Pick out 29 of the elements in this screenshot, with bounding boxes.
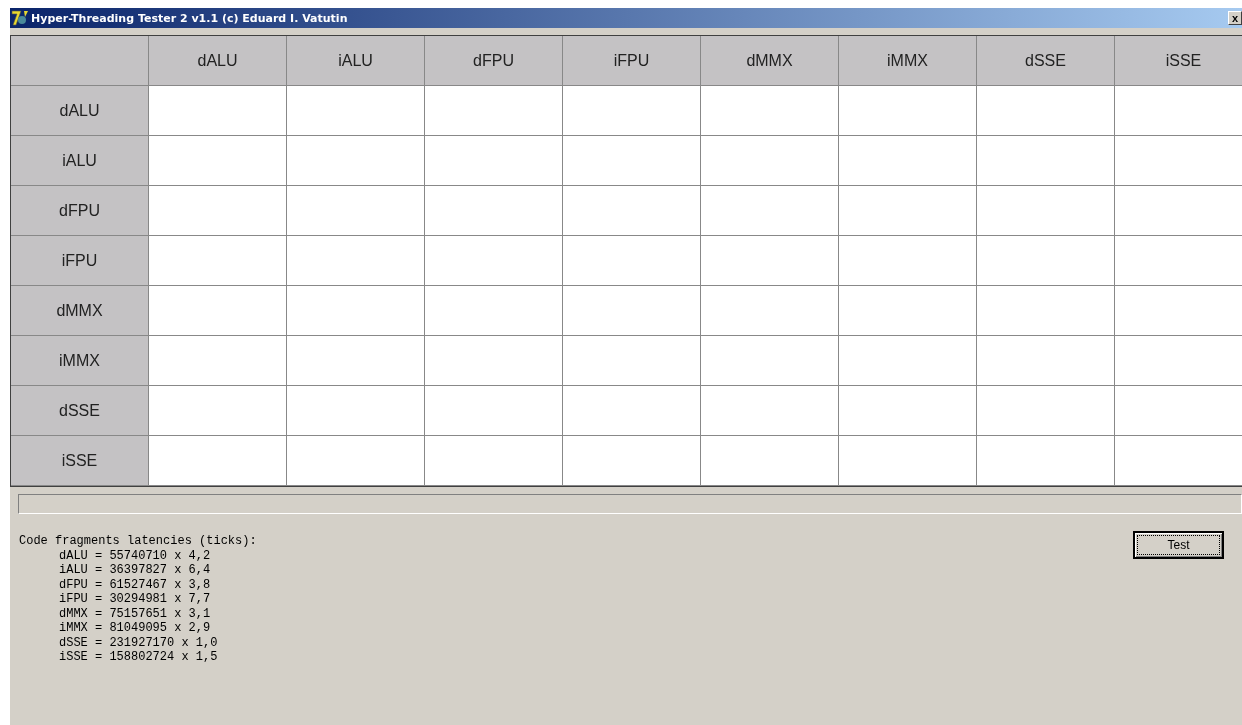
row-header: iALU: [11, 136, 149, 186]
row-header: dALU: [11, 86, 149, 136]
window-title: Hyper-Threading Tester 2 v1.1 (c) Eduard I. Vatutin: [31, 11, 349, 25]
row-header: dFPU: [11, 186, 149, 236]
output-line: iALU = 36397827 x 6,4: [58, 563, 212, 578]
column-header: dFPU: [425, 36, 563, 86]
row-header: iMMX: [11, 336, 149, 386]
close-button[interactable]: x: [1228, 11, 1242, 25]
output-heading: Code fragments latencies (ticks):: [19, 534, 257, 549]
column-header: dALU: [149, 36, 287, 86]
output-line: dSSE = 231927170 x 1,0: [58, 635, 219, 650]
output-line: iSSE = 158802724 x 1,5: [58, 650, 219, 665]
column-header: dSSE: [977, 36, 1115, 86]
output-line: dMMX = 75157651 x 3,1: [58, 606, 212, 621]
output-line: dALU = 55740710 x 4,2: [58, 548, 212, 563]
test-button[interactable]: Test: [1133, 531, 1224, 559]
column-header: iSSE: [1115, 36, 1242, 86]
column-header: iMMX: [839, 36, 977, 86]
row-header: iFPU: [11, 236, 149, 286]
output-line: dFPU = 61527467 x 3,8: [58, 577, 212, 592]
app-logo-icon: [11, 10, 29, 26]
output-line: iFPU = 30294981 x 7,7: [58, 592, 212, 607]
row-header: dSSE: [11, 386, 149, 436]
column-header: iALU: [287, 36, 425, 86]
row-header: iSSE: [11, 436, 149, 486]
row-header: dMMX: [11, 286, 149, 336]
column-header: iFPU: [563, 36, 701, 86]
column-header: dMMX: [701, 36, 839, 86]
output-line: iMMX = 81049095 x 2,9: [58, 621, 212, 636]
